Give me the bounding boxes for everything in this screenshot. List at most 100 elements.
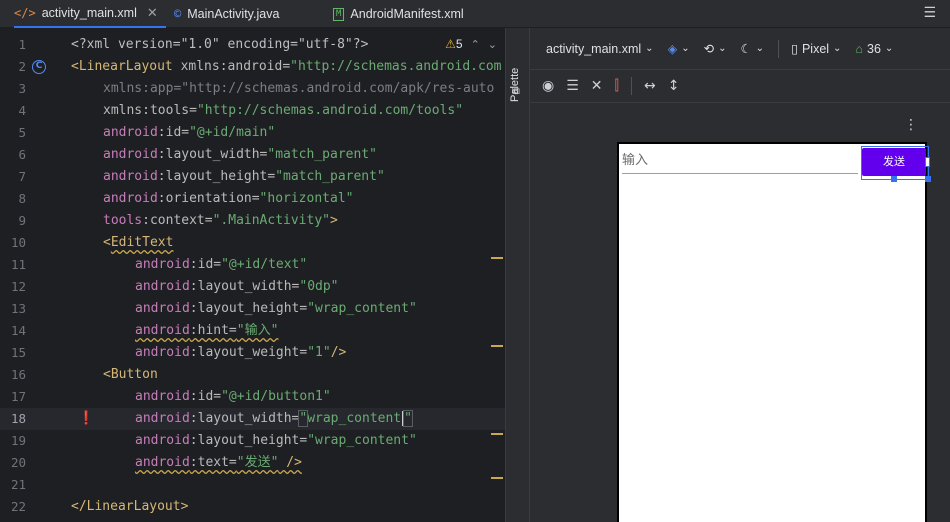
line-number: 10 [10,235,26,250]
code-line: 3 xmlns:app="http://schemas.android.com/… [0,78,505,100]
layout-file-dropdown[interactable]: activity_main.xml ⌄ [546,42,654,56]
code-string: "1" [307,345,331,360]
hamburger-menu-icon[interactable]: ☰ [923,5,936,21]
design-toolbar: activity_main.xml ⌄ ◈ ⌄ ⟲ ⌄ ☾ ⌄ ▯ Pixel ⌄ ⌂… [530,28,950,70]
code-ns: android [135,257,190,272]
code-line: 17 android:id="@+id/button1" [0,386,505,408]
code-attr: :id= [189,257,222,272]
scrollbar-warning-marker[interactable] [491,477,503,479]
xml-file-icon: </> [14,6,36,20]
expand-horizontal-icon[interactable]: ↔ [644,78,656,94]
code-attr: :id= [189,389,222,404]
code-string: ".MainActivity" [212,213,330,228]
preview-send-button[interactable]: 发送 [862,148,926,176]
hide-constraints-icon[interactable]: ✕ [591,78,603,94]
tab-androidmanifest-xml[interactable]: M AndroidManifest.xml [333,0,464,28]
night-mode-icon[interactable]: ☾ ⌄ [740,41,764,56]
code-attr: :layout_height= [189,433,308,448]
device-preview: 输入 发送 [617,142,931,522]
tab-activity-main-xml[interactable]: </> activity_main.xml ✕ [14,0,166,28]
line-number: 2 [18,59,26,74]
expand-vertical-icon[interactable]: ↕ [668,78,680,94]
orientation-icon[interactable]: ⟲ ⌄ [704,41,727,56]
design-canvas[interactable]: ⋮ 输入 发送 [530,103,950,522]
code-ns: android [135,389,190,404]
code-string: "http://schemas.android.com [290,59,502,74]
tab-label: AndroidManifest.xml [350,7,464,21]
line-number: 13 [10,301,26,316]
code-line: 14 android:hint="输入" [0,320,505,342]
code-text: xmlns:app="http://schemas.android.com/ap… [103,81,495,96]
code-line: 5 android:id="@+id/main" [0,122,505,144]
code-line: 6 android:layout_width="match_parent" [0,144,505,166]
error-bulb-icon[interactable]: ❗ [78,408,94,430]
android-icon: ⌂ [855,41,863,56]
code-ns: android [135,433,190,448]
design-secondary-toolbar: ◉ ☰ ✕ ⫿ ↔ ↕ [530,70,950,103]
baseline-icon[interactable]: ⫿ [615,78,619,94]
code-ns: android [103,125,158,140]
line-number: 14 [10,323,26,338]
code-line: 11 android:id="@+id/text" [0,254,505,276]
code-line-current: 18 ❗ android:layout_width="wrap_content " [0,408,505,430]
code-ns: android [103,191,158,206]
code-ns: android [135,411,190,426]
code-attr: :orientation= [157,191,260,206]
code-string: "match_parent" [275,169,385,184]
code-editor[interactable]: ⚠5 ⌃ ⌄ 1 <?xml version="1.0" encoding="u… [0,28,505,522]
code-string: "wrap_content" [307,433,417,448]
code-ns: android [135,323,190,338]
code-tag: </LinearLayout> [71,499,189,514]
line-number: 6 [18,147,26,162]
resize-handle[interactable] [891,176,897,182]
palette-tool-strip: Palette ⧉ [505,28,530,522]
line-number: 20 [10,455,26,470]
eye-icon[interactable]: ◉ [542,78,554,94]
more-options-icon[interactable]: ⋮ [904,118,918,132]
code-tag: <Button [103,367,158,382]
line-number: 21 [10,477,26,492]
code-ns: android [103,169,158,184]
code-attr: :android= [219,59,291,74]
line-number: 11 [10,257,26,272]
code-ns: android [135,301,190,316]
preview-edittext[interactable]: 输入 [622,152,858,174]
code-line: 7 android:layout_height="match_parent" [0,166,505,188]
code-attr: :layout_width= [189,279,300,294]
palette-icon[interactable]: ⧉ [512,84,520,98]
tab-label: activity_main.xml [41,6,137,20]
class-reference-icon[interactable]: C [32,60,46,74]
code-attr: :layout_weight= [189,345,308,360]
close-icon[interactable]: ✕ [147,5,158,21]
resize-handle[interactable] [925,157,930,167]
design-surface-icon[interactable]: ◈ ⌄ [668,41,690,56]
code-line: 19 android:layout_height="wrap_content" [0,430,505,452]
code-ns: tools [103,213,143,228]
device-dropdown[interactable]: ▯ Pixel ⌄ [791,41,841,57]
code-line: 13 android:layout_height="wrap_content" [0,298,505,320]
code-string: "@+id/main" [189,125,276,140]
chevron-down-icon: ⌄ [884,43,894,54]
line-number: 17 [10,389,26,404]
tab-mainactivity-java[interactable]: © MainActivity.java [174,0,279,28]
scrollbar-warning-marker[interactable] [491,257,503,259]
code-text: <?xml version="1.0" encoding="utf-8"?> [71,37,369,52]
api-level-dropdown[interactable]: ⌂ 36 ⌄ [855,42,893,56]
line-number: 15 [10,345,26,360]
layout-file-label: activity_main.xml [546,41,642,56]
code-string: " [403,410,413,427]
code-tag: > [330,213,338,228]
java-class-icon: © [174,7,182,21]
code-tag: EditText [110,235,174,250]
code-attr: :text= [189,455,237,470]
scrollbar-warning-marker[interactable] [491,345,503,347]
resize-handle[interactable] [925,176,931,182]
preview-button-selection[interactable]: 发送 [861,146,931,182]
code-attr: :layout_width= [189,411,300,426]
code-line: 15 android:layout_weight="1"/> [0,342,505,364]
scrollbar-warning-marker[interactable] [491,433,503,435]
code-attr: :tools= [142,103,197,118]
blueprint-icon[interactable]: ☰ [566,78,579,94]
line-number: 4 [18,103,26,118]
editor-tab-bar: </> activity_main.xml ✕ © MainActivity.j… [0,0,950,28]
